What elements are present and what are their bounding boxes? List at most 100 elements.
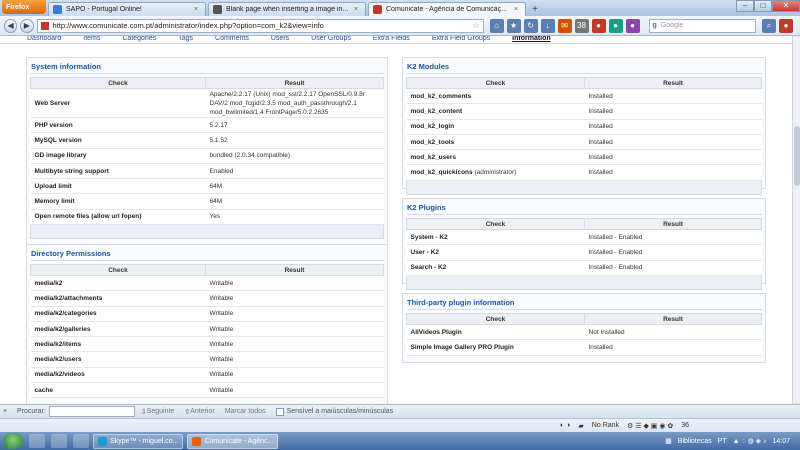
third-party-table: Check Result AllVideos Plugin Not Install… <box>406 313 762 356</box>
back-arrow-icon[interactable]: ◀ <box>4 18 18 33</box>
tab-users[interactable]: Users <box>271 36 289 42</box>
minimize-icon[interactable]: – <box>736 0 754 12</box>
url-bar[interactable]: http://www.comunicate.com.pt/administrat… <box>36 18 484 33</box>
check-cell: media/k2/attachments <box>30 290 206 307</box>
tab-categories[interactable]: Categories <box>122 36 156 42</box>
tray-icons[interactable]: ▲ ◌ ◍ ◈ ♪ <box>733 437 767 445</box>
find-next-button[interactable]: Seguinte <box>147 408 175 415</box>
result-cell: Enabled <box>205 163 384 180</box>
abp-icon[interactable]: ● <box>778 18 793 33</box>
new-tab-plus-icon[interactable]: + <box>529 4 541 16</box>
page-scrollbar[interactable] <box>792 36 800 404</box>
reload-icon[interactable]: ↻ <box>523 18 538 33</box>
panel-title: K2 Plugins <box>407 203 762 215</box>
language-indicator[interactable]: PT <box>718 438 727 445</box>
home-icon[interactable]: ⌂ <box>489 18 504 33</box>
panel-title: Third-party plugin information <box>407 298 762 310</box>
scrollbar-thumb[interactable] <box>794 126 800 186</box>
window-close-icon[interactable]: ✕ <box>772 0 800 12</box>
clock[interactable]: 14:07 <box>772 438 790 445</box>
firefox-icon[interactable] <box>73 434 89 448</box>
tab-items[interactable]: Items <box>83 36 100 42</box>
table-row: media/k2 Writable <box>30 275 384 292</box>
firefox-menu-button[interactable]: Firefox <box>2 0 46 14</box>
result-cell: Installed - Enabled <box>584 260 762 276</box>
tab-sapo[interactable]: SAPO - Portugal Online! × <box>48 2 206 16</box>
directory-permissions-table: Check Result media/k2 Writable media/k2/a… <box>30 264 384 399</box>
tab-tags[interactable]: Tags <box>178 36 193 42</box>
table-row: User - K2 Installed - Enabled <box>406 244 762 261</box>
system-info-table: Check Result Web Server Apache/2.2.17 (Un… <box>30 77 384 226</box>
directory-permissions-panel: Directory Permissions Check Result media… <box>26 244 388 404</box>
find-input[interactable] <box>48 406 135 417</box>
table-row: GD image library bundled (2.0.34 compatib… <box>30 148 384 164</box>
bookmark-star-icon[interactable]: ☆ <box>472 21 479 30</box>
result-cell: Installed <box>584 119 762 135</box>
table-row: Multibyte string support Enabled <box>30 163 384 180</box>
result-cell: Installed <box>584 103 762 120</box>
result-cell: Writable <box>205 336 384 353</box>
tab-label: Comunicate - Agência de Comunicaç... <box>386 6 508 13</box>
tab-dashboard[interactable]: Dashboard <box>27 36 61 42</box>
web-search-input[interactable]: g Google <box>648 18 756 33</box>
tab-label: Blank page when inserting a image in... <box>226 6 349 13</box>
tab-blank-page[interactable]: Blank page when inserting a image in... … <box>208 2 366 16</box>
highlight-all-button[interactable]: Marcar todos <box>225 408 266 415</box>
table-row: media/k2/users Writable <box>30 351 384 368</box>
right-toolbar-icons: ⌕ ● <box>761 18 796 33</box>
page-favicon-icon <box>213 5 222 14</box>
tab-comments[interactable]: Comments <box>215 36 249 42</box>
extension-icon[interactable]: ● <box>591 18 606 33</box>
addon-status-icon[interactable]: ◐ ◑ <box>560 422 570 429</box>
site-identity-icon[interactable] <box>40 21 49 30</box>
addon-icon[interactable]: ✉ <box>557 18 572 33</box>
match-case-checkbox[interactable] <box>275 407 284 416</box>
check-cell: mod_k2_quickicons (administrator) <box>406 164 585 181</box>
search-magnifier-icon[interactable]: ⌕ <box>761 18 776 33</box>
addon-icons[interactable]: ⚙ ☰ ◆ ▣ ◉ ✿ <box>627 422 673 430</box>
tab-user-groups[interactable]: User Groups <box>311 36 351 42</box>
table-row: AllVideos Plugin Not Installed <box>406 324 762 341</box>
maximize-icon[interactable]: □ <box>754 0 772 12</box>
counter-badge[interactable]: 36 <box>681 422 689 429</box>
table-row: cache Writable <box>30 382 384 399</box>
table-footer <box>30 225 384 240</box>
url-text[interactable]: http://www.comunicate.com.pt/administrat… <box>53 21 470 30</box>
check-cell: mod_k2_comments <box>406 88 585 105</box>
download-count-badge[interactable]: 38 <box>574 18 589 33</box>
tab-extra-field-groups[interactable]: Extra Field Groups <box>432 36 490 42</box>
check-cell: media/k2/videos <box>30 367 206 384</box>
close-tab-icon[interactable]: × <box>514 6 521 13</box>
pagerank-icon[interactable]: ▰ <box>578 422 583 430</box>
media-icon[interactable] <box>51 434 67 448</box>
find-previous-button[interactable]: Anterior <box>190 408 215 415</box>
libraries-icon[interactable]: ▦ <box>665 437 672 445</box>
bookmark-icon[interactable]: ★ <box>506 18 521 33</box>
close-find-bar-icon[interactable]: × <box>3 408 11 415</box>
windows-taskbar: Skype™ - miguel.co... Comunicate - Agênc… <box>0 432 800 450</box>
window-controls: – □ ✕ <box>736 0 800 12</box>
start-button-icon[interactable] <box>3 433 23 449</box>
tab-information[interactable]: Information <box>512 36 551 42</box>
result-cell: Not Installed <box>584 324 762 341</box>
explorer-icon[interactable] <box>29 434 45 448</box>
third-party-plugins-panel: Third-party plugin information Check Res… <box>402 293 766 363</box>
table-row: Upload limit 64M <box>30 178 384 195</box>
extension3-icon[interactable]: ● <box>625 18 640 33</box>
check-cell: GD image library <box>30 148 206 164</box>
downloads-icon[interactable]: ↓ <box>540 18 555 33</box>
close-tab-icon[interactable]: × <box>194 6 201 13</box>
taskbar-item-firefox[interactable]: Comunicate - Agênc... <box>187 433 279 449</box>
page-rank-label[interactable]: No Rank <box>592 422 619 429</box>
search-engine-label: Google <box>660 22 684 29</box>
result-cell: Writable <box>205 382 384 399</box>
tab-comunicate[interactable]: Comunicate - Agência de Comunicaç... × <box>368 2 526 16</box>
close-tab-icon[interactable]: × <box>354 6 361 13</box>
k2-modules-panel: K2 Modules Check Result mod_k2_comments I… <box>402 57 766 195</box>
tab-extra-fields[interactable]: Extra Fields <box>373 36 410 42</box>
check-cell: mod_k2_content <box>406 103 585 120</box>
forward-arrow-icon[interactable]: ▶ <box>20 18 34 33</box>
taskbar-item-skype[interactable]: Skype™ - miguel.co... <box>93 433 184 449</box>
extension2-icon[interactable]: ● <box>608 18 623 33</box>
libraries-label[interactable]: Bibliotecas <box>678 438 712 445</box>
